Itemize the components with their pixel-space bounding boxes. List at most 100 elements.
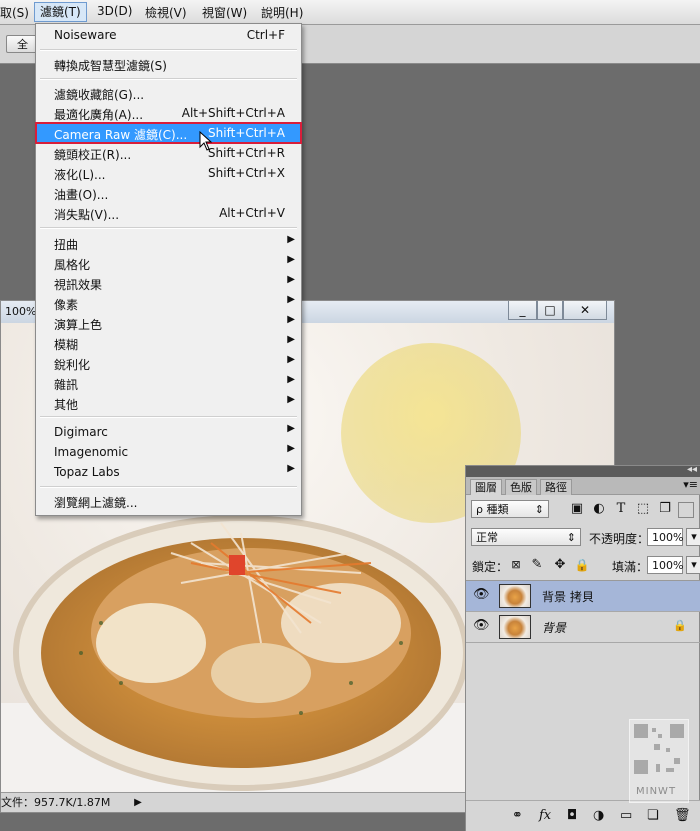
menu-help[interactable]: 說明(H) xyxy=(261,4,303,21)
mask-icon[interactable]: ◘ xyxy=(567,808,577,823)
menu-item-video[interactable]: 視訊效果 ▶ xyxy=(36,273,301,293)
layer-thumbnail xyxy=(499,584,531,608)
menu-filter[interactable]: 濾鏡(T) xyxy=(34,2,87,22)
submenu-arrow-icon: ▶ xyxy=(287,314,295,325)
menu-item-label: 油畫(O)... xyxy=(54,188,109,202)
trash-icon[interactable]: 🗑 xyxy=(674,808,691,823)
menu-separator xyxy=(40,49,297,51)
layer-name[interactable]: 背景 拷貝 xyxy=(542,588,594,605)
lock-transparent-icon[interactable]: ⊠ xyxy=(507,556,525,574)
minimize-button[interactable]: _ xyxy=(508,301,537,320)
opacity-input[interactable]: 100% xyxy=(647,528,683,546)
menu-item-liquify[interactable]: 液化(L)... Shift+Ctrl+X xyxy=(36,163,301,183)
opacity-dropdown-icon[interactable]: ▾ xyxy=(686,528,700,546)
menu-item-browse-online-filters[interactable]: 瀏覽網上濾鏡... xyxy=(36,491,301,511)
menu-separator xyxy=(40,227,297,229)
adjustment-filter-icon[interactable]: ◐ xyxy=(590,500,608,518)
menu-item-other[interactable]: 其他 ▶ xyxy=(36,393,301,413)
tab-paths[interactable]: 路徑 xyxy=(540,479,572,495)
group-folder-icon[interactable]: ▭ xyxy=(620,808,632,823)
menu-item-noiseware[interactable]: Noiseware Ctrl+F xyxy=(36,25,301,45)
menu-item-lens-correction[interactable]: 鏡頭校正(R)... Shift+Ctrl+R xyxy=(36,143,301,163)
submenu-arrow-icon: ▶ xyxy=(287,394,295,405)
menu-item-blur[interactable]: 模糊 ▶ xyxy=(36,333,301,353)
shape-filter-icon[interactable]: ⬚ xyxy=(634,500,652,518)
tab-channels[interactable]: 色版 xyxy=(505,479,537,495)
menu-view[interactable]: 檢視(V) xyxy=(145,4,187,21)
menu-separator xyxy=(40,486,297,488)
fill-input[interactable]: 100% xyxy=(647,556,683,574)
menu-item-label: 銳利化 xyxy=(54,358,91,372)
submenu-arrow-icon: ▶ xyxy=(287,463,295,474)
menu-item-shortcut: Ctrl+F xyxy=(246,28,285,42)
watermark-qr: MINWT xyxy=(629,719,689,803)
visibility-eye-icon[interactable]: 👁 xyxy=(473,587,490,603)
menu-item-shortcut: Alt+Ctrl+V xyxy=(219,206,285,220)
menu-item-imagenomic[interactable]: Imagenomic ▶ xyxy=(36,442,301,462)
type-filter-icon[interactable]: T xyxy=(612,500,630,518)
menu-item-convert-smart-filter[interactable]: 轉換成智慧型濾鏡(S) xyxy=(36,54,301,74)
menu-item-pixelate[interactable]: 像素 ▶ xyxy=(36,293,301,313)
submenu-arrow-icon: ▶ xyxy=(287,374,295,385)
panel-collapse-bar[interactable]: ◂◂ xyxy=(466,464,700,477)
submenu-arrow-icon: ▶ xyxy=(287,423,295,434)
submenu-arrow-icon: ▶ xyxy=(287,443,295,454)
menu-item-filter-gallery[interactable]: 濾鏡收藏館(G)... xyxy=(36,83,301,103)
menu-bar: 取(S) 濾鏡(T) 3D(D) 檢視(V) 視窗(W) 說明(H) xyxy=(0,0,700,25)
close-button[interactable]: ✕ xyxy=(563,301,607,320)
menu-item-noise[interactable]: 雜訊 ▶ xyxy=(36,373,301,393)
submenu-arrow-icon: ▶ xyxy=(287,334,295,345)
filter-toggle-icon[interactable] xyxy=(678,502,694,518)
smart-object-filter-icon[interactable]: ❐ xyxy=(656,500,674,518)
lock-all-icon[interactable]: 🔒 xyxy=(573,556,591,574)
submenu-arrow-icon: ▶ xyxy=(287,234,295,245)
menu-item-distort[interactable]: 扭曲 ▶ xyxy=(36,233,301,253)
menu-item-label: Digimarc xyxy=(54,425,108,439)
menu-item-topaz-labs[interactable]: Topaz Labs ▶ xyxy=(36,462,301,482)
menu-item-label: 瀏覽網上濾鏡... xyxy=(54,496,138,510)
menu-item-adaptive-wide-angle[interactable]: 最適化廣角(A)... Alt+Shift+Ctrl+A xyxy=(36,103,301,123)
qr-code-graphic xyxy=(634,724,684,774)
menu-item-digimarc[interactable]: Digimarc ▶ xyxy=(36,422,301,442)
menu-item-sharpen[interactable]: 銳利化 ▶ xyxy=(36,353,301,373)
layer-row[interactable]: 👁 背景 🔒 xyxy=(466,612,700,643)
blend-mode-select[interactable]: 正常 ⇕ xyxy=(471,528,581,546)
filter-menu: Noiseware Ctrl+F 轉換成智慧型濾鏡(S) 濾鏡收藏館(G)...… xyxy=(35,23,302,516)
menu-3d[interactable]: 3D(D) xyxy=(97,4,132,18)
pixel-layer-filter-icon[interactable]: ▣ xyxy=(568,500,586,518)
tab-layers[interactable]: 圖層 xyxy=(470,479,502,495)
kind-filter-label: ρ 種類 xyxy=(476,503,509,516)
fill-dropdown-icon[interactable]: ▾ xyxy=(686,556,700,574)
lock-position-move-icon[interactable]: ✥ xyxy=(551,556,569,574)
menu-separator xyxy=(40,78,297,80)
panel-tabs: 圖層 色版 路徑 ▾≡ xyxy=(466,477,700,495)
menu-item-vanishing-point[interactable]: 消失點(V)... Alt+Ctrl+V xyxy=(36,203,301,223)
menu-item-label: 像素 xyxy=(54,298,79,312)
fx-icon[interactable]: fx xyxy=(539,808,551,823)
collapse-icon[interactable]: ◂◂ xyxy=(687,464,697,475)
menu-window[interactable]: 視窗(W) xyxy=(202,4,247,21)
layers-footer: ⚭ fx ◘ ◑ ▭ ❏ 🗑 xyxy=(466,800,700,831)
lock-paint-brush-icon[interactable]: ✎ xyxy=(528,556,546,574)
new-layer-icon[interactable]: ❏ xyxy=(647,808,659,823)
panel-menu-icon[interactable]: ▾≡ xyxy=(683,478,698,491)
layer-name[interactable]: 背景 xyxy=(542,619,566,636)
updown-icon: ⇕ xyxy=(534,503,544,516)
menu-select[interactable]: 取(S) xyxy=(0,4,29,21)
maximize-button[interactable]: □ xyxy=(537,301,563,320)
menu-item-label: Camera Raw 濾鏡(C)... xyxy=(54,128,188,142)
menu-item-label: Topaz Labs xyxy=(54,465,120,479)
menu-item-camera-raw-filter[interactable]: Camera Raw 濾鏡(C)... Shift+Ctrl+A xyxy=(35,122,302,144)
menu-item-render[interactable]: 演算上色 ▶ xyxy=(36,313,301,333)
link-icon[interactable]: ⚭ xyxy=(512,808,523,823)
menu-item-label: Noiseware xyxy=(54,28,117,42)
menu-item-stylize[interactable]: 風格化 ▶ xyxy=(36,253,301,273)
adjustment-icon[interactable]: ◑ xyxy=(593,808,604,823)
kind-filter-select[interactable]: ρ 種類 ⇕ xyxy=(471,500,549,518)
layer-row[interactable]: 👁 背景 拷貝 xyxy=(466,581,700,612)
menu-item-shortcut: Shift+Ctrl+A xyxy=(208,126,285,140)
menu-item-oil-paint[interactable]: 油畫(O)... xyxy=(36,183,301,203)
visibility-eye-icon[interactable]: 👁 xyxy=(473,618,490,634)
status-arrow-icon[interactable]: ▶ xyxy=(132,793,144,812)
menu-item-label: 其他 xyxy=(54,398,79,412)
